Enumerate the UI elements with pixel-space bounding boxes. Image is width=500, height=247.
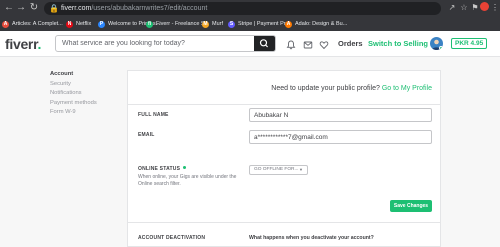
share-icon[interactable]: ↗ bbox=[447, 3, 457, 13]
address-bar-url: fiverr.com/users/abubakarnwrites7/edit/a… bbox=[61, 2, 207, 15]
bookmark-item[interactable]: A Articles: A Complet... bbox=[2, 18, 63, 30]
orders-link[interactable]: Orders bbox=[338, 39, 363, 49]
bookmark-item[interactable]: fi Fiverr - Freelance S... bbox=[146, 18, 209, 30]
bookmark-label: Murf bbox=[212, 21, 223, 27]
go-offline-select[interactable]: GO OFFLINE FOR... ▼ bbox=[249, 165, 308, 175]
url-host: fiverr.com bbox=[61, 5, 92, 12]
message-icon[interactable] bbox=[303, 40, 313, 50]
sidebar-item-payment-methods[interactable]: Payment methods bbox=[50, 99, 97, 109]
user-avatar[interactable] bbox=[430, 37, 443, 50]
online-status-label-text: ONLINE STATUS bbox=[138, 166, 181, 172]
sidebar-item-form-w-9[interactable]: Form W-9 bbox=[50, 108, 97, 118]
browser-chrome: ← → ↻ 🔒 fiverr.com/users/abubakarnwrites… bbox=[0, 0, 500, 31]
logo-dot: . bbox=[37, 36, 42, 52]
profile-update-prompt: Need to update your public profile? bbox=[271, 85, 380, 92]
bookmark-favicon-icon: M bbox=[202, 20, 209, 28]
back-arrow-icon[interactable]: ← bbox=[3, 2, 15, 14]
bookmark-favicon-icon: A bbox=[2, 20, 9, 28]
bell-icon[interactable] bbox=[286, 40, 296, 50]
bookmark-label: Stripe | Payment Pr... bbox=[238, 21, 290, 27]
heart-icon[interactable] bbox=[319, 40, 329, 50]
extensions-icon[interactable]: ⚑ bbox=[470, 3, 480, 13]
balance-badge[interactable]: PKR 4.95 bbox=[451, 38, 488, 49]
browser-nav-row: ← → ↻ 🔒 fiverr.com/users/abubakarnwrites… bbox=[0, 0, 500, 17]
search-input[interactable] bbox=[56, 36, 256, 51]
menu-dots-icon[interactable]: ⋮ bbox=[490, 3, 500, 13]
star-icon[interactable]: ☆ bbox=[459, 3, 469, 13]
divider bbox=[128, 104, 440, 105]
bookmark-item[interactable]: A Adalo: Design & Bu... bbox=[285, 18, 347, 30]
fiverr-logo[interactable]: fiverr. bbox=[5, 35, 41, 53]
bookmark-item[interactable]: S Stripe | Payment Pr... bbox=[228, 18, 290, 30]
sidebar-item-notifications[interactable]: Notifications bbox=[50, 89, 97, 99]
profile-avatar-icon[interactable] bbox=[480, 2, 490, 12]
go-offline-select-value: GO OFFLINE FOR... bbox=[254, 167, 299, 172]
bookmarks-bar: A Articles: A Complet... N Netflix P Welcome … bbox=[0, 17, 500, 31]
site-header: fiverr. Orders Switch to Selling PKR 4.9… bbox=[0, 31, 500, 57]
sidebar-item-security[interactable]: Security bbox=[50, 80, 97, 90]
search-button[interactable] bbox=[254, 36, 275, 51]
search-bar bbox=[55, 35, 276, 52]
logo-text: fiverr bbox=[5, 36, 38, 52]
forward-arrow-icon[interactable]: → bbox=[15, 2, 27, 14]
bookmark-favicon-icon: A bbox=[285, 20, 292, 28]
profile-update-message: Need to update your public profile? Go t… bbox=[271, 84, 432, 93]
go-to-my-profile-link[interactable]: Go to My Profile bbox=[382, 85, 432, 92]
bookmark-favicon-icon: fi bbox=[146, 20, 153, 28]
save-changes-button[interactable]: Save Changes bbox=[390, 200, 432, 212]
switch-to-selling-link[interactable]: Switch to Selling bbox=[368, 39, 428, 49]
bookmark-label: Adalo: Design & Bu... bbox=[295, 21, 348, 27]
address-bar[interactable]: 🔒 fiverr.com/users/abubakarnwrites7/edit… bbox=[44, 2, 441, 15]
sidebar-item-account[interactable]: Account bbox=[50, 70, 97, 80]
chevron-down-icon: ▼ bbox=[299, 167, 303, 172]
lock-icon: 🔒 bbox=[49, 4, 59, 13]
online-status-hint: When online, your Gigs are visible under… bbox=[138, 174, 237, 187]
online-status-dot bbox=[183, 166, 187, 169]
account-deactivation-label: ACCOUNT DEACTIVATION bbox=[138, 235, 206, 241]
bookmark-label: Articles: A Complet... bbox=[12, 21, 63, 27]
settings-sidebar: Account Security Notifications Payment meth… bbox=[50, 70, 97, 118]
account-settings-card: Need to update your public profile? Go t… bbox=[127, 70, 441, 247]
bookmark-item[interactable]: N Netflix bbox=[66, 18, 91, 30]
email-field[interactable] bbox=[249, 130, 432, 144]
online-indicator bbox=[439, 46, 443, 50]
reload-icon[interactable]: ↻ bbox=[28, 2, 40, 14]
bookmark-favicon-icon: S bbox=[228, 20, 235, 28]
full-name-label: FULL NAME bbox=[138, 112, 169, 118]
online-status-label: ONLINE STATUS bbox=[138, 166, 187, 173]
search-icon bbox=[259, 39, 269, 48]
full-name-field[interactable] bbox=[249, 108, 432, 122]
bookmark-item[interactable]: M Murf bbox=[202, 18, 223, 30]
email-label: EMAIL bbox=[138, 132, 155, 138]
deactivation-question: What happens when you deactivate your ac… bbox=[249, 235, 374, 241]
bookmark-label: Netflix bbox=[76, 21, 92, 27]
bookmark-favicon-icon: P bbox=[98, 20, 105, 28]
divider bbox=[128, 222, 440, 223]
bookmark-favicon-icon: N bbox=[66, 20, 73, 28]
url-path: /users/abubakarnwrites7/edit/account bbox=[91, 5, 208, 12]
